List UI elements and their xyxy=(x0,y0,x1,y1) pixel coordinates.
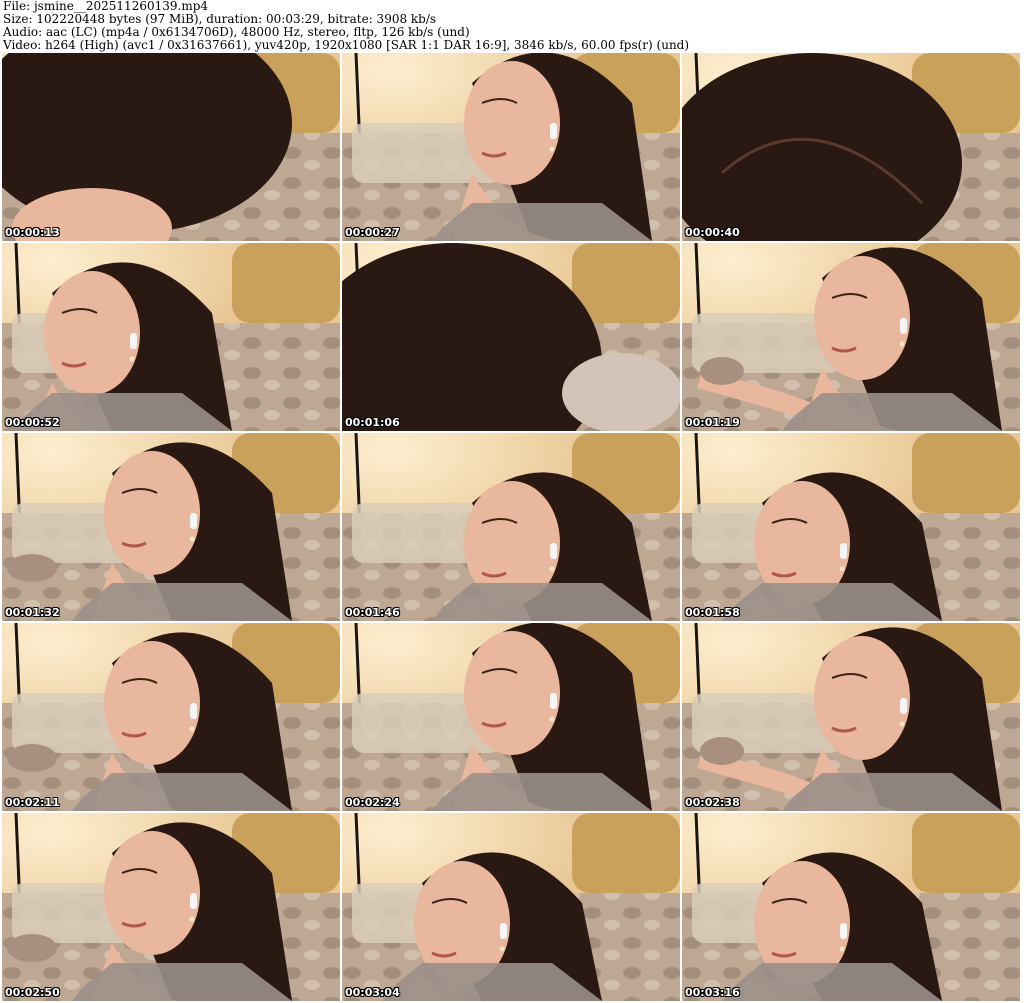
video-thumbnail: 00:03:16 xyxy=(682,813,1020,1001)
thumbnail-grid: 00:00:13 00:00:27 00:00:40 00:00:52 00:0… xyxy=(2,53,1020,1001)
thumbnail-timestamp: 00:03:16 xyxy=(685,986,740,999)
video-thumbnail: 00:00:52 xyxy=(2,243,340,431)
video-line: Video: h264 (High) (avc1 / 0x31637661), … xyxy=(3,38,690,52)
video-thumbnail: 00:02:38 xyxy=(682,623,1020,811)
thumbnail-timestamp: 00:02:50 xyxy=(5,986,60,999)
thumbnail-timestamp: 00:00:52 xyxy=(5,416,60,429)
thumbnail-timestamp: 00:00:13 xyxy=(5,226,60,239)
thumbnail-timestamp: 00:02:24 xyxy=(345,796,400,809)
thumbnail-timestamp: 00:01:06 xyxy=(345,416,400,429)
thumbnail-timestamp: 00:00:27 xyxy=(345,226,400,239)
video-thumbnail: 00:00:27 xyxy=(342,53,680,241)
thumbnail-timestamp: 00:01:46 xyxy=(345,606,400,619)
thumbnail-timestamp: 00:01:32 xyxy=(5,606,60,619)
video-thumbnail: 00:01:06 xyxy=(342,243,680,431)
video-thumbnail: 00:01:58 xyxy=(682,433,1020,621)
video-thumbnail: 00:00:40 xyxy=(682,53,1020,241)
video-thumbnail: 00:01:46 xyxy=(342,433,680,621)
video-thumbnail: 00:03:04 xyxy=(342,813,680,1001)
thumbnail-timestamp: 00:03:04 xyxy=(345,986,400,999)
file-info-header: File: jsmine__202511260139.mp4 Size: 102… xyxy=(3,0,1021,52)
thumbnail-timestamp: 00:00:40 xyxy=(685,226,740,239)
thumbnail-timestamp: 00:02:38 xyxy=(685,796,740,809)
video-thumbnail: 00:02:11 xyxy=(2,623,340,811)
video-thumbnail: 00:02:24 xyxy=(342,623,680,811)
thumbnail-timestamp: 00:01:58 xyxy=(685,606,740,619)
video-thumbnail: 00:00:13 xyxy=(2,53,340,241)
video-thumbnail: 00:01:32 xyxy=(2,433,340,621)
thumbnail-timestamp: 00:01:19 xyxy=(685,416,740,429)
video-thumbnail: 00:02:50 xyxy=(2,813,340,1001)
video-thumbnail: 00:01:19 xyxy=(682,243,1020,431)
thumbnail-timestamp: 00:02:11 xyxy=(5,796,60,809)
